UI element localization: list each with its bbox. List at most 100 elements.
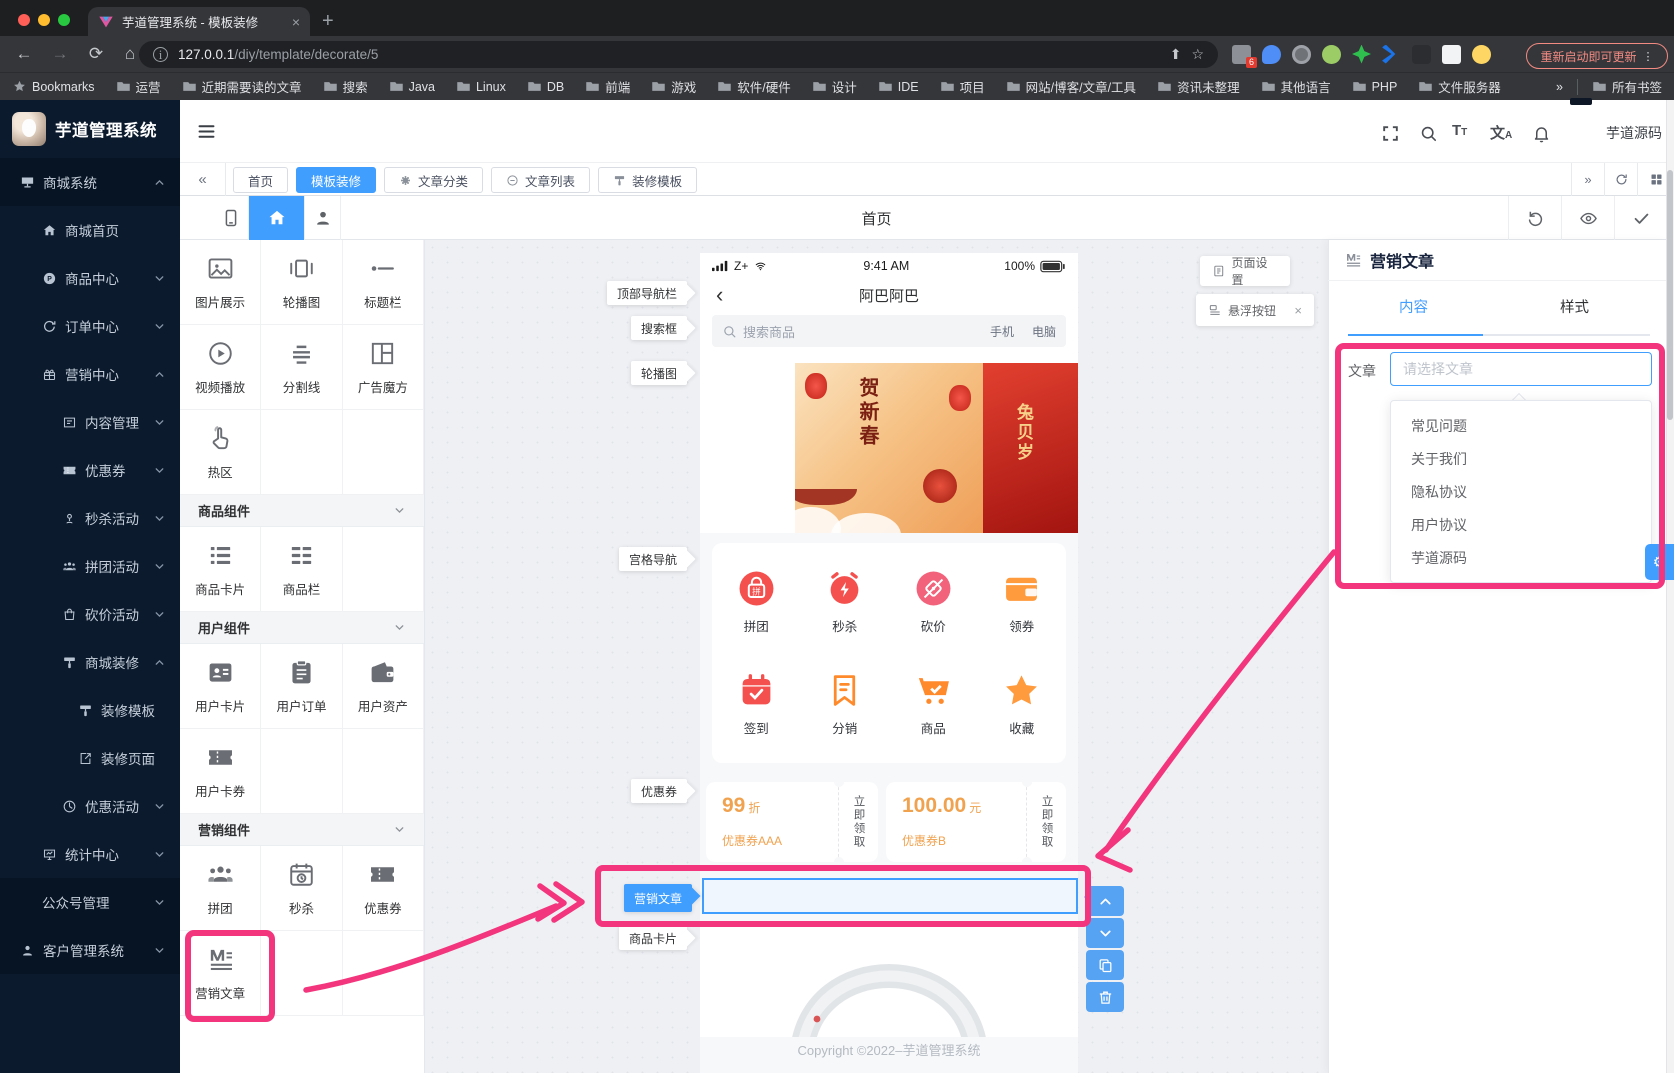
save-button[interactable] bbox=[1614, 196, 1667, 240]
bookmark-folder[interactable]: DB bbox=[527, 79, 564, 94]
component-label[interactable]: 顶部导航栏 bbox=[606, 281, 687, 305]
share-icon[interactable]: ⬆ bbox=[1170, 46, 1182, 63]
bookmark-folder[interactable]: 运营 bbox=[116, 77, 161, 96]
bookmark-folder[interactable]: 前端 bbox=[585, 77, 630, 96]
component-item[interactable]: 视频播放 bbox=[180, 325, 262, 410]
component-item[interactable]: 商品卡片 bbox=[180, 527, 262, 612]
device-phone-tab[interactable] bbox=[214, 196, 249, 240]
device-user-tab[interactable] bbox=[305, 196, 341, 240]
sidebar-item[interactable]: 统计中心 bbox=[0, 830, 180, 878]
page-tab[interactable]: 首页 bbox=[233, 167, 289, 193]
new-tab-button[interactable]: + bbox=[322, 8, 334, 34]
page-tab[interactable]: 文章分类 bbox=[384, 167, 484, 193]
product-card-component[interactable] bbox=[700, 925, 1078, 1037]
puzzle-extension-icon[interactable] bbox=[1412, 44, 1431, 64]
dropdown-option[interactable]: 关于我们 bbox=[1391, 442, 1651, 475]
bookmarks-overflow-icon[interactable]: » bbox=[1556, 80, 1563, 94]
grid-nav-item[interactable]: 分销 bbox=[801, 653, 890, 755]
coupon-card[interactable]: 100.00 元 优惠券B 立即领取 bbox=[886, 777, 1066, 867]
maximize-window-button[interactable] bbox=[58, 14, 70, 26]
reset-button[interactable] bbox=[1508, 196, 1561, 240]
grid-nav-item[interactable]: 商品 bbox=[889, 653, 978, 755]
extension-icon[interactable] bbox=[1322, 44, 1341, 64]
component-label[interactable]: 轮播图 bbox=[630, 361, 687, 385]
phone-nav-bar[interactable]: ‹ 阿巴阿巴 bbox=[700, 280, 1078, 310]
extension-icon[interactable] bbox=[1382, 44, 1396, 64]
component-item[interactable]: 营销文章 bbox=[180, 931, 262, 1016]
close-icon[interactable]: × bbox=[1294, 303, 1302, 318]
forward-icon[interactable]: → bbox=[48, 44, 72, 64]
grid-nav-item[interactable]: 领券 bbox=[978, 551, 1067, 653]
bookmark-folder[interactable]: 项目 bbox=[940, 77, 985, 96]
grid-nav-item[interactable]: 砍价 bbox=[889, 551, 978, 653]
translate-icon[interactable]: 文A bbox=[1490, 122, 1512, 143]
refresh-tab-icon[interactable] bbox=[1604, 163, 1637, 196]
dropdown-option[interactable]: 芋道源码 bbox=[1391, 541, 1651, 574]
phone-search-box[interactable]: 搜索商品 手机 电脑 bbox=[712, 315, 1066, 347]
extension-icon[interactable] bbox=[1262, 44, 1281, 64]
font-size-icon[interactable]: TT bbox=[1452, 122, 1467, 139]
sidebar-item[interactable]: 营销中心 bbox=[0, 350, 180, 398]
grid-nav-item[interactable]: 拼 拼团 bbox=[712, 551, 801, 653]
page-settings-button[interactable]: 页面设置 bbox=[1200, 256, 1290, 287]
copy-component-button[interactable] bbox=[1086, 950, 1124, 980]
component-section-header[interactable]: 用户组件 bbox=[180, 612, 424, 644]
tab-style[interactable]: 样式 bbox=[1560, 296, 1589, 317]
bookmark-folder[interactable]: PHP bbox=[1352, 79, 1397, 94]
dropdown-option[interactable]: 隐私协议 bbox=[1391, 475, 1651, 508]
device-home-tab[interactable] bbox=[249, 196, 305, 240]
grid-nav-item[interactable]: 收藏 bbox=[978, 653, 1067, 755]
sidebar-item[interactable]: 商城系统 bbox=[0, 158, 180, 206]
component-item[interactable]: 广告魔方 bbox=[342, 325, 424, 410]
bookmark-folder[interactable]: 设计 bbox=[812, 77, 857, 96]
emoji-extension-icon[interactable] bbox=[1472, 44, 1491, 64]
extension-icon[interactable] bbox=[1292, 44, 1311, 64]
preview-button[interactable] bbox=[1561, 196, 1614, 240]
bell-icon[interactable] bbox=[1532, 124, 1551, 143]
move-down-button[interactable] bbox=[1086, 918, 1124, 948]
sidebar-item[interactable]: 优惠活动 bbox=[0, 782, 180, 830]
hot-keyword[interactable]: 电脑 bbox=[1032, 323, 1056, 340]
component-item[interactable]: 商品栏 bbox=[261, 527, 343, 612]
extension-icon[interactable]: 6 bbox=[1232, 44, 1257, 68]
back-chevron-icon[interactable]: ‹ bbox=[716, 282, 723, 308]
component-item[interactable]: 标题栏 bbox=[342, 240, 424, 325]
sidebar-item[interactable]: 装修模板 bbox=[0, 686, 180, 734]
extension-icon[interactable] bbox=[1352, 44, 1371, 64]
tab-content[interactable]: 内容 bbox=[1399, 296, 1428, 317]
page-tab[interactable]: 文章列表 bbox=[491, 167, 591, 193]
sidebar-item[interactable]: 优惠券 bbox=[0, 446, 180, 494]
move-up-button[interactable] bbox=[1086, 886, 1124, 916]
coupon-claim-button[interactable]: 立即领取 bbox=[834, 777, 878, 867]
sidebar-item[interactable]: 公众号管理 bbox=[0, 878, 180, 926]
grid-nav-component[interactable]: 拼 拼团 秒杀 砍价 领券 签到 分销 商品 收藏 bbox=[712, 543, 1066, 763]
component-label[interactable]: 优惠券 bbox=[630, 779, 687, 803]
component-item[interactable]: 用户资产 bbox=[342, 644, 424, 729]
bookmark-folder[interactable]: IDE bbox=[878, 79, 919, 94]
component-item[interactable]: 图片展示 bbox=[180, 240, 262, 325]
page-tab[interactable]: 装修模板 bbox=[598, 167, 698, 193]
bookmark-folder[interactable]: 近期需要读的文章 bbox=[182, 77, 302, 96]
gear-icon[interactable]: ⚙ bbox=[1645, 544, 1674, 580]
bookmark-folder[interactable]: Java bbox=[389, 79, 435, 94]
sidebar-item[interactable]: 秒杀活动 bbox=[0, 494, 180, 542]
fullscreen-icon[interactable] bbox=[1381, 124, 1400, 143]
sidebar-item[interactable]: 订单中心 bbox=[0, 302, 180, 350]
back-icon[interactable]: ← bbox=[12, 44, 36, 64]
browser-tab[interactable]: 芋道管理系统 - 模板装修 × bbox=[88, 7, 310, 36]
search-icon[interactable] bbox=[1419, 124, 1438, 143]
bookmark-folder[interactable]: 游戏 bbox=[651, 77, 696, 96]
expand-tabs-icon[interactable]: » bbox=[1571, 163, 1604, 196]
sidebar-item[interactable]: 装修页面 bbox=[0, 734, 180, 782]
bookmark-folder[interactable]: Linux bbox=[456, 79, 506, 94]
dropdown-option[interactable]: 用户协议 bbox=[1391, 508, 1651, 541]
bookmark-folder[interactable]: 软件/硬件 bbox=[717, 77, 791, 96]
bookmark-star-icon[interactable]: ☆ bbox=[1191, 46, 1204, 63]
coupon-card[interactable]: 99 折 优惠券AAA 立即领取 bbox=[706, 777, 878, 867]
float-button-setting[interactable]: 悬浮按钮 × bbox=[1196, 294, 1314, 326]
browser-update-button[interactable]: 重新启动即可更新 ⋮ bbox=[1526, 43, 1668, 69]
sidebar-item[interactable]: 砍价活动 bbox=[0, 590, 180, 638]
reload-icon[interactable]: ⟳ bbox=[84, 44, 108, 64]
component-label[interactable]: 商品卡片 bbox=[618, 926, 687, 950]
grid-nav-item[interactable]: 签到 bbox=[712, 653, 801, 755]
